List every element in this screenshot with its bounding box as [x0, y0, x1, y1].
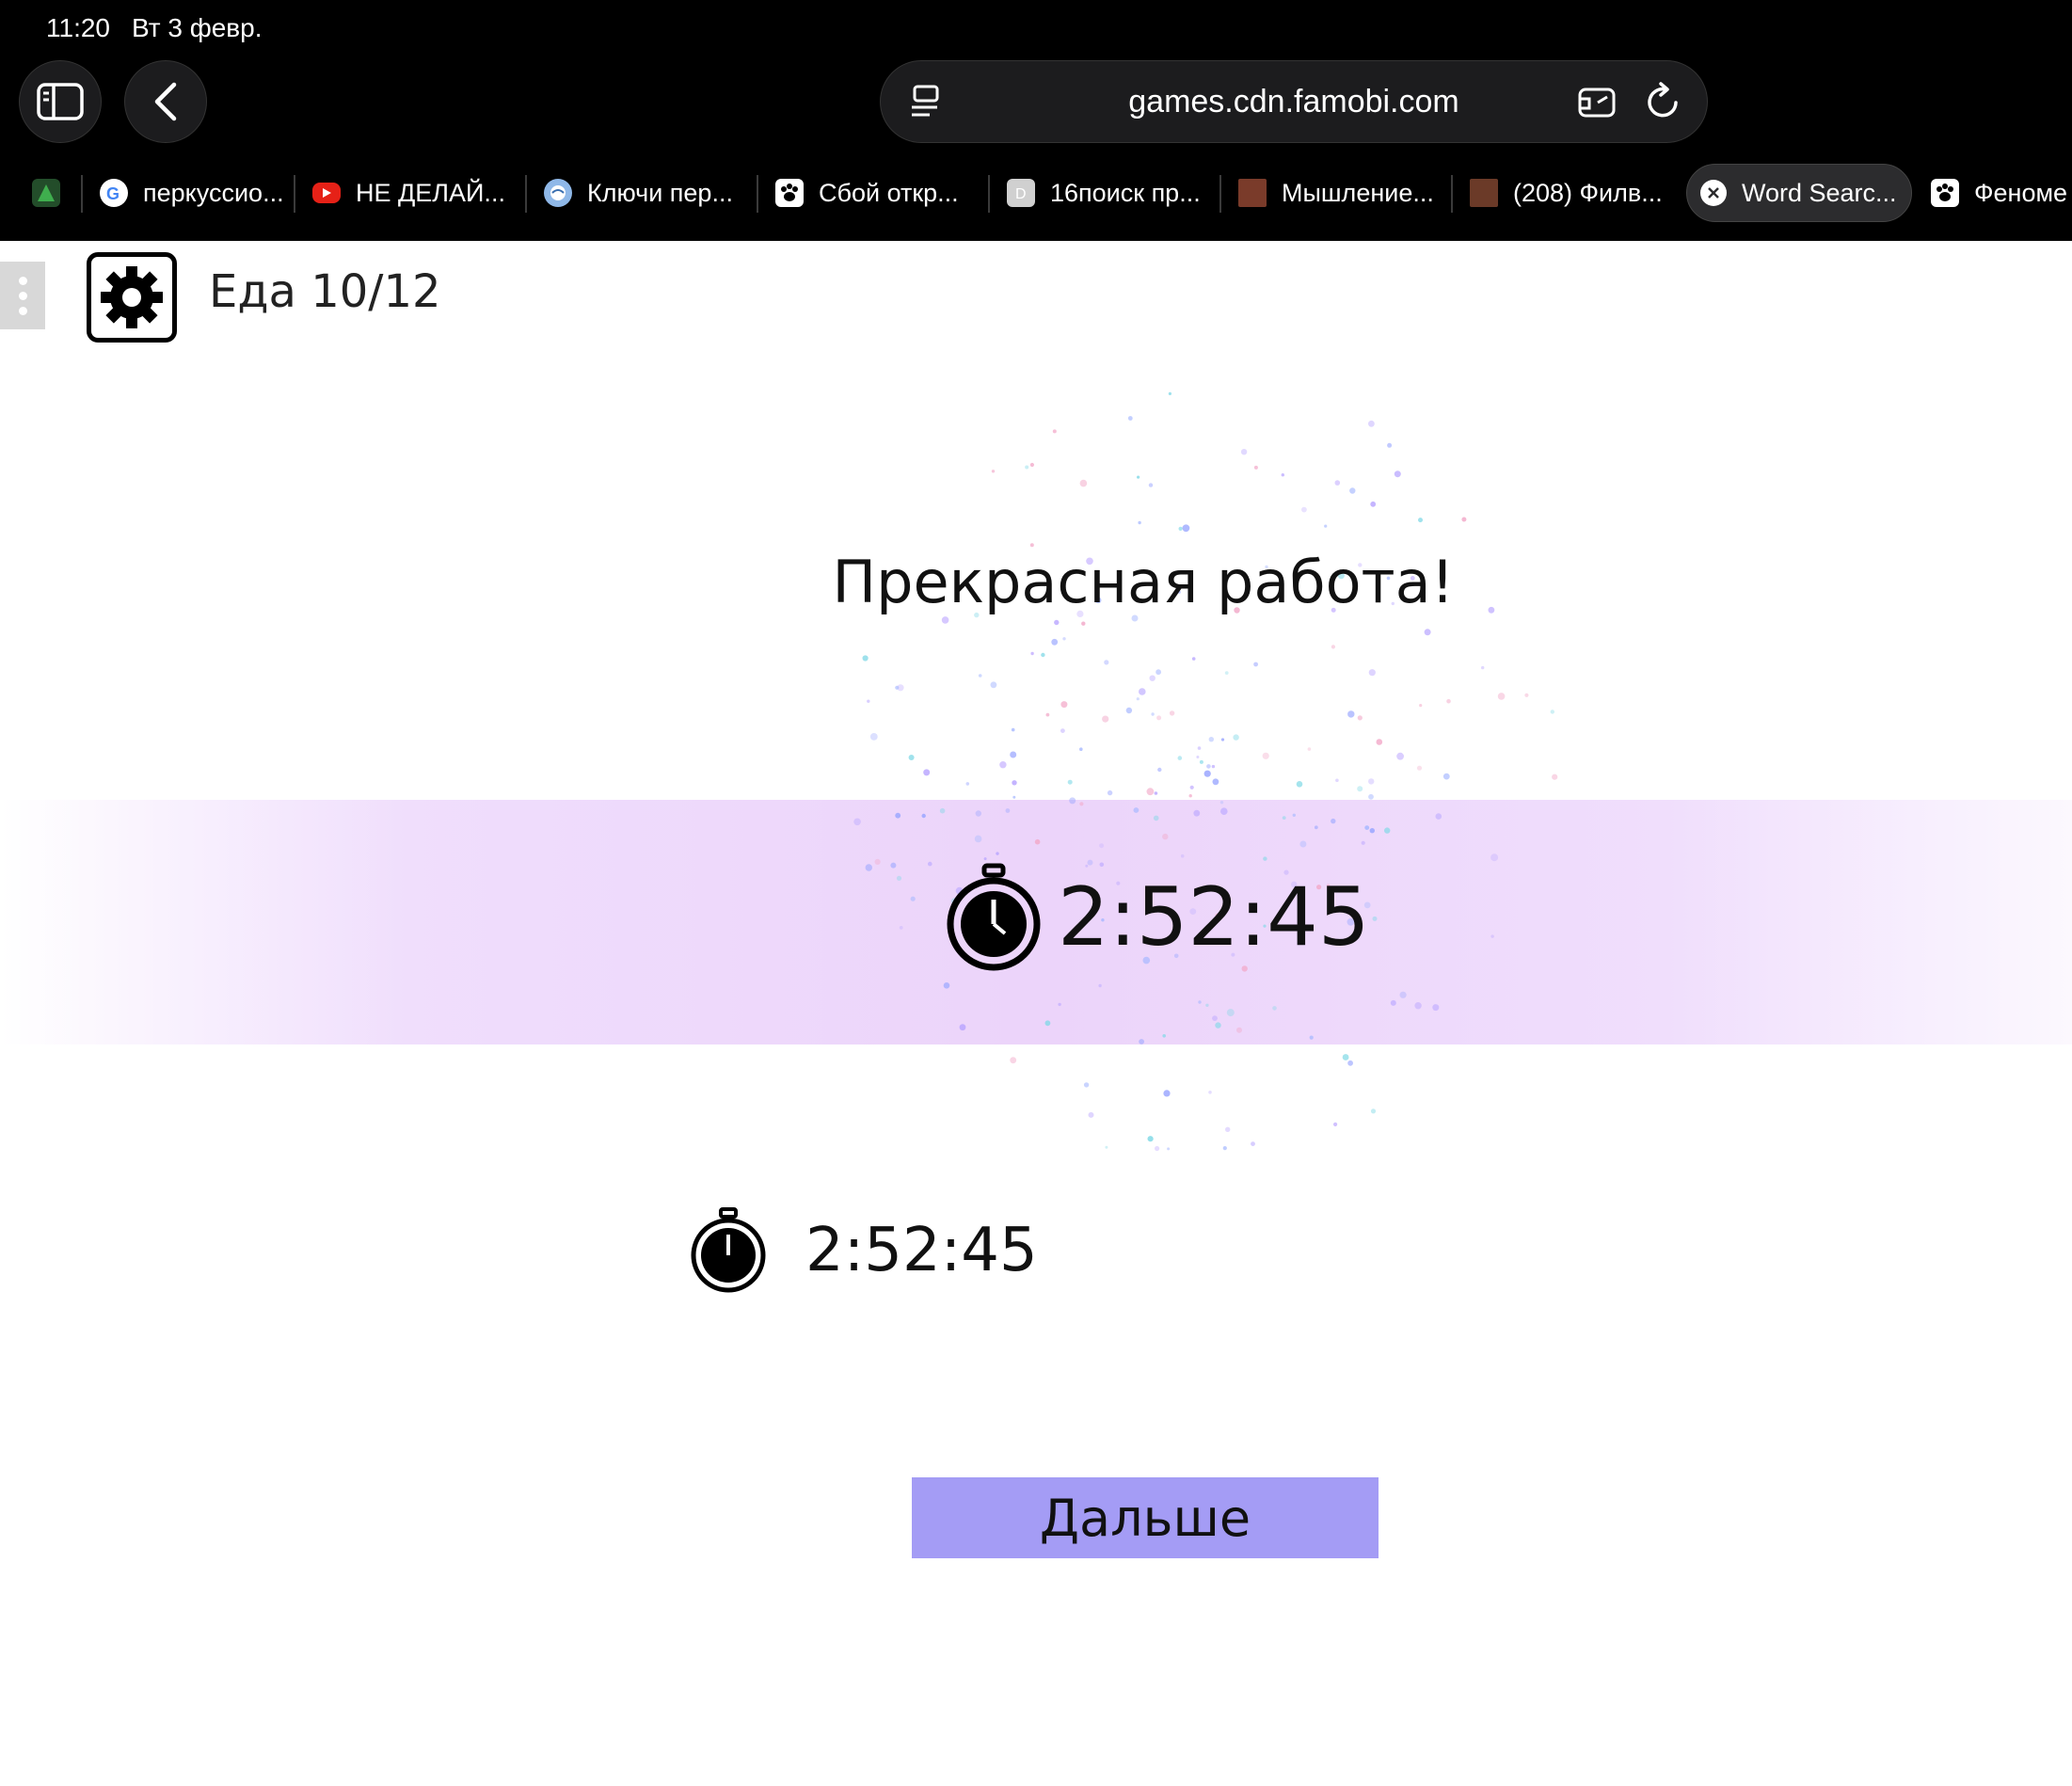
- current-time: 2:52:45: [1058, 870, 1370, 965]
- gear-icon: [101, 266, 163, 328]
- thumbnail-favicon: [1470, 179, 1498, 207]
- status-date: Вт 3 февр.: [132, 13, 263, 42]
- svg-text:G: G: [106, 184, 120, 203]
- more-menu-button[interactable]: [0, 262, 45, 329]
- dot-icon: [18, 306, 27, 315]
- close-icon[interactable]: [1700, 180, 1727, 206]
- chevron-left-icon: [154, 82, 177, 121]
- tab-strip: G перкуссио... НЕ ДЕЛАЙ... Ключи пер... …: [0, 160, 2072, 226]
- tab-1[interactable]: G перкуссио...: [100, 164, 284, 222]
- tab-9[interactable]: Феноме: [1931, 164, 2067, 222]
- current-time-display: 2:52:45: [943, 862, 1370, 973]
- tab-8-active[interactable]: Word Searc...: [1686, 164, 1912, 222]
- tab-4[interactable]: Сбой откр...: [775, 164, 959, 222]
- tab-6[interactable]: Мышление...: [1238, 164, 1434, 222]
- tab-label: Word Searc...: [1742, 178, 1897, 207]
- confetti-particles: [853, 391, 1558, 1152]
- youtube-favicon: [312, 183, 341, 203]
- tab-7[interactable]: (208) Филв...: [1470, 164, 1663, 222]
- tab-label: Феноме: [1974, 178, 2068, 207]
- tab-5[interactable]: D 16поиск пр...: [1007, 164, 1201, 222]
- tab-label: перкуссио...: [143, 178, 284, 207]
- stopwatch-icon: [691, 1207, 766, 1293]
- game-page: Еда 10/12 Прекрасная работа! 2:52:45 2:5…: [0, 241, 2072, 1786]
- dot-icon: [18, 291, 27, 300]
- tab-2[interactable]: НЕ ДЕЛАЙ...: [312, 164, 505, 222]
- sidebar-toggle-button[interactable]: [19, 60, 102, 143]
- back-button[interactable]: [124, 60, 207, 143]
- green-plant-favicon: [32, 179, 60, 207]
- browser-chrome: 11:20 Вт 3 февр. games.cdn.famobi.com G …: [0, 0, 2072, 241]
- extension-icon[interactable]: [1577, 84, 1618, 121]
- dot-icon: [18, 276, 27, 285]
- address-bar[interactable]: games.cdn.famobi.com: [880, 60, 1708, 143]
- svg-text:D: D: [1015, 186, 1027, 202]
- paw-favicon: [1931, 179, 1959, 207]
- tab-0[interactable]: [32, 164, 75, 222]
- tab-3[interactable]: Ключи пер...: [544, 164, 733, 222]
- globe-favicon: [544, 179, 572, 207]
- success-heading: Прекрасная работа!: [832, 548, 1455, 616]
- settings-button[interactable]: [87, 252, 177, 343]
- sidebar-icon: [37, 83, 84, 120]
- google-favicon: G: [100, 179, 128, 207]
- tab-label: Ключи пер...: [587, 178, 733, 207]
- next-button[interactable]: Дальше: [912, 1477, 1379, 1558]
- paw-favicon: [775, 179, 804, 207]
- tab-label: 16поиск пр...: [1050, 178, 1201, 207]
- tab-label: Мышление...: [1282, 178, 1434, 207]
- tab-label: Сбой откр...: [819, 178, 959, 207]
- best-time-display: 2:52:45: [689, 1206, 1038, 1295]
- level-title: Еда 10/12: [209, 265, 441, 318]
- status-time: 11:20: [46, 13, 110, 42]
- letter-d-favicon: D: [1007, 179, 1035, 207]
- tab-label: (208) Филв...: [1513, 178, 1663, 207]
- thumbnail-favicon: [1238, 179, 1267, 207]
- tab-label: НЕ ДЕЛАЙ...: [356, 178, 505, 207]
- best-time: 2:52:45: [805, 1216, 1038, 1285]
- stopwatch-icon: [947, 863, 1041, 971]
- reload-icon[interactable]: [1645, 82, 1682, 121]
